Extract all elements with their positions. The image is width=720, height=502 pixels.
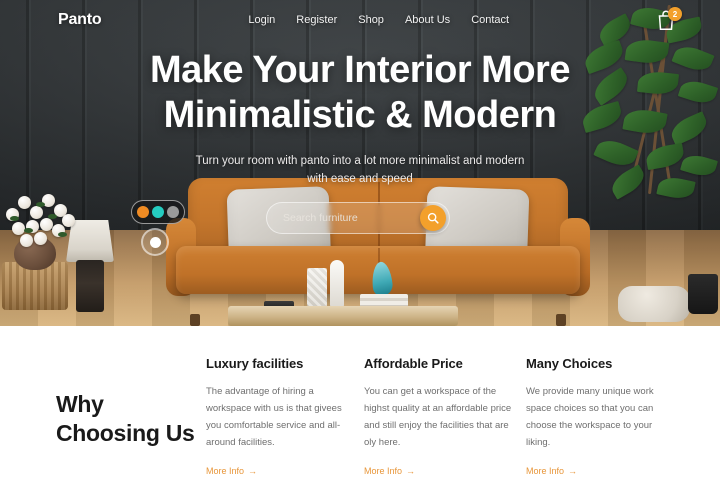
swatch-teal[interactable] [152,206,164,218]
nav-link-shop[interactable]: Shop [358,14,384,26]
section-title-line-1: Why [56,391,104,417]
section-title: Why Choosing Us [56,356,206,479]
hero-subtitle: Turn your room with panto into a lot mor… [195,152,525,188]
color-swatch-pill [131,200,185,224]
swatch-gray[interactable] [167,206,179,218]
feature-body: We provide many unique work space choice… [526,386,654,448]
arrow-right-icon: → [406,466,416,476]
hero-subtitle-line-1: Turn your room with panto into a lot mor… [195,155,525,167]
search-button[interactable] [420,205,446,231]
hero-subtitle-line-2: with ease and speed [307,173,413,185]
search-icon [427,212,439,224]
brand-logo[interactable]: Panto [58,11,102,29]
nav-link-about-us[interactable]: About Us [405,14,450,26]
nav-link-register[interactable]: Register [296,14,337,26]
feature-card-luxury-facilities: Luxury facilities The advantage of hirin… [206,356,364,479]
cart-badge-count: 2 [668,7,682,21]
search-input[interactable] [283,212,420,224]
feature-card-many-choices: Many Choices We provide many unique work… [526,356,686,479]
nav-link-contact[interactable]: Contact [471,14,509,26]
search-bar [266,202,450,234]
more-info-label: More Info [364,466,403,476]
nav-links: Login Register Shop About Us Contact [248,14,509,26]
arrow-right-icon: → [248,466,258,476]
feature-title: Many Choices [526,356,613,371]
more-info-link-affordable-price[interactable]: More Info → [364,466,415,476]
more-info-link-luxury-facilities[interactable]: More Info → [206,466,257,476]
hero-headline: Make Your Interior More Minimalistic & M… [150,48,570,138]
hotspot-dot-icon [149,236,161,248]
nav-link-login[interactable]: Login [248,14,275,26]
section-title-line-2: Choosing Us [56,420,195,446]
more-info-label: More Info [206,466,245,476]
main-navbar: Panto Login Register Shop About Us Conta… [0,0,720,40]
feature-body: You can get a workspace of the highst qu… [364,386,512,448]
hero-headline-line-2: Minimalistic & Modern [163,94,557,136]
feature-title: Affordable Price [364,356,463,371]
product-hotspot[interactable] [141,228,169,256]
hero-content: Make Your Interior More Minimalistic & M… [0,0,720,326]
shopping-bag-icon[interactable]: 2 [656,7,682,31]
why-choosing-us-section: Why Choosing Us Luxury facilities The ad… [0,326,720,502]
more-info-link-many-choices[interactable]: More Info → [526,466,577,476]
more-info-label: More Info [526,466,565,476]
arrow-right-icon: → [568,466,578,476]
feature-columns: Luxury facilities The advantage of hirin… [206,356,692,479]
swatch-orange[interactable] [137,206,149,218]
feature-title: Luxury facilities [206,356,304,371]
hero-headline-line-1: Make Your Interior More [150,49,570,91]
feature-body: The advantage of hiring a workspace with… [206,386,342,448]
page-root: Panto Login Register Shop About Us Conta… [0,0,720,502]
hero-section: Panto Login Register Shop About Us Conta… [0,0,720,326]
feature-card-affordable-price: Affordable Price You can get a workspace… [364,356,526,479]
